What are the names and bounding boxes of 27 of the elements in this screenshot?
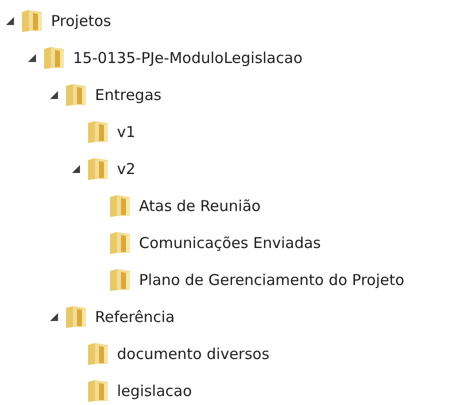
tree-item[interactable]: Projetos: [51, 12, 112, 30]
folder-icon: [65, 82, 87, 106]
folder-icon: [87, 342, 109, 366]
tree-item[interactable]: v2: [117, 160, 136, 178]
tree-item[interactable]: 15-0135-PJe-ModuloLegislacao: [73, 48, 302, 66]
folder-icon: [43, 46, 65, 70]
folder-icon: [87, 156, 109, 180]
expanded-arrow-icon[interactable]: [50, 90, 58, 98]
expanded-arrow-icon[interactable]: [6, 16, 14, 24]
tree-item[interactable]: documento diversos: [117, 344, 270, 362]
tree-item[interactable]: Plano de Gerenciamento do Projeto: [139, 270, 404, 288]
folder-icon: [109, 268, 131, 292]
folder-icon: [65, 304, 87, 328]
folder-icon: [87, 378, 109, 402]
folder-icon: [87, 120, 109, 144]
folder-icon: [109, 230, 131, 254]
expanded-arrow-icon[interactable]: [28, 54, 36, 62]
tree-item[interactable]: Entregas: [95, 86, 162, 104]
tree-item[interactable]: Comunicações Enviadas: [139, 234, 321, 252]
expanded-arrow-icon[interactable]: [72, 164, 80, 172]
folder-icon: [109, 194, 131, 218]
tree-item[interactable]: Atas de Reunião: [139, 196, 261, 214]
tree-item[interactable]: Referência: [95, 308, 175, 326]
expanded-arrow-icon[interactable]: [50, 312, 58, 320]
folder-icon: [21, 8, 43, 32]
tree-item[interactable]: v1: [117, 122, 136, 140]
tree-item[interactable]: legislacao: [117, 382, 192, 400]
